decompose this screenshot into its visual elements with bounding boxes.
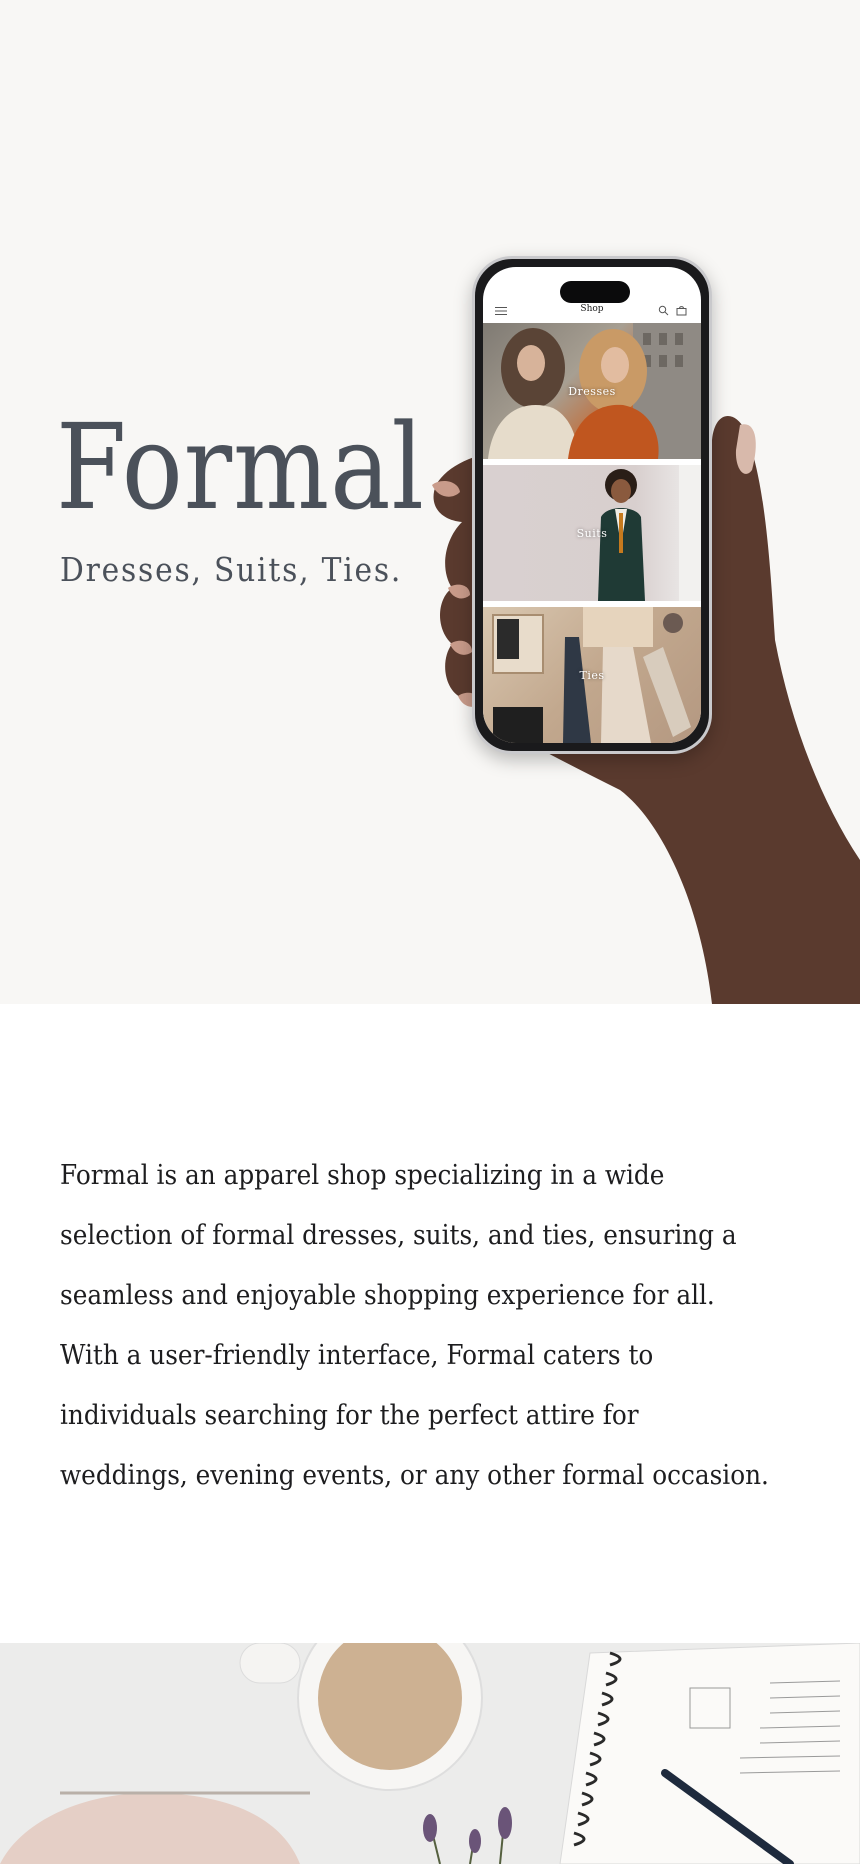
description-line: selection of formal dresses, suits, and … bbox=[60, 1219, 737, 1251]
category-tile-suits[interactable]: Suits bbox=[483, 465, 701, 601]
category-label-ties: Ties bbox=[579, 669, 605, 682]
phone-mockup: Shop Dresses Suits Ties bbox=[472, 256, 712, 754]
description-text: Formal is an apparel shop specializing i… bbox=[60, 1145, 820, 1505]
hero-section: Formal Dresses, Suits, Ties. Shop Dresse… bbox=[0, 0, 860, 1004]
dynamic-island bbox=[560, 281, 630, 303]
search-icon[interactable] bbox=[658, 305, 669, 316]
bag-icon[interactable] bbox=[676, 305, 687, 316]
description-line: seamless and enjoyable shopping experien… bbox=[60, 1279, 715, 1311]
description-line: Formal is an apparel shop specializing i… bbox=[60, 1159, 665, 1191]
description-line: individuals searching for the perfect at… bbox=[60, 1399, 639, 1431]
hero-title: Formal bbox=[56, 398, 425, 536]
description-line: With a user-friendly interface, Formal c… bbox=[60, 1339, 654, 1371]
category-tile-ties[interactable]: Ties bbox=[483, 607, 701, 743]
description-line: weddings, evening events, or any other f… bbox=[60, 1459, 769, 1491]
category-label-suits: Suits bbox=[576, 527, 608, 540]
phone-screen: Shop Dresses Suits Ties bbox=[483, 267, 701, 743]
lifestyle-photo bbox=[0, 1643, 860, 1864]
category-tile-dresses[interactable]: Dresses bbox=[483, 323, 701, 459]
category-label-dresses: Dresses bbox=[568, 385, 616, 398]
hero-subtitle: Dresses, Suits, Ties. bbox=[60, 550, 403, 589]
desk-flatlay-illustration bbox=[0, 1643, 860, 1864]
